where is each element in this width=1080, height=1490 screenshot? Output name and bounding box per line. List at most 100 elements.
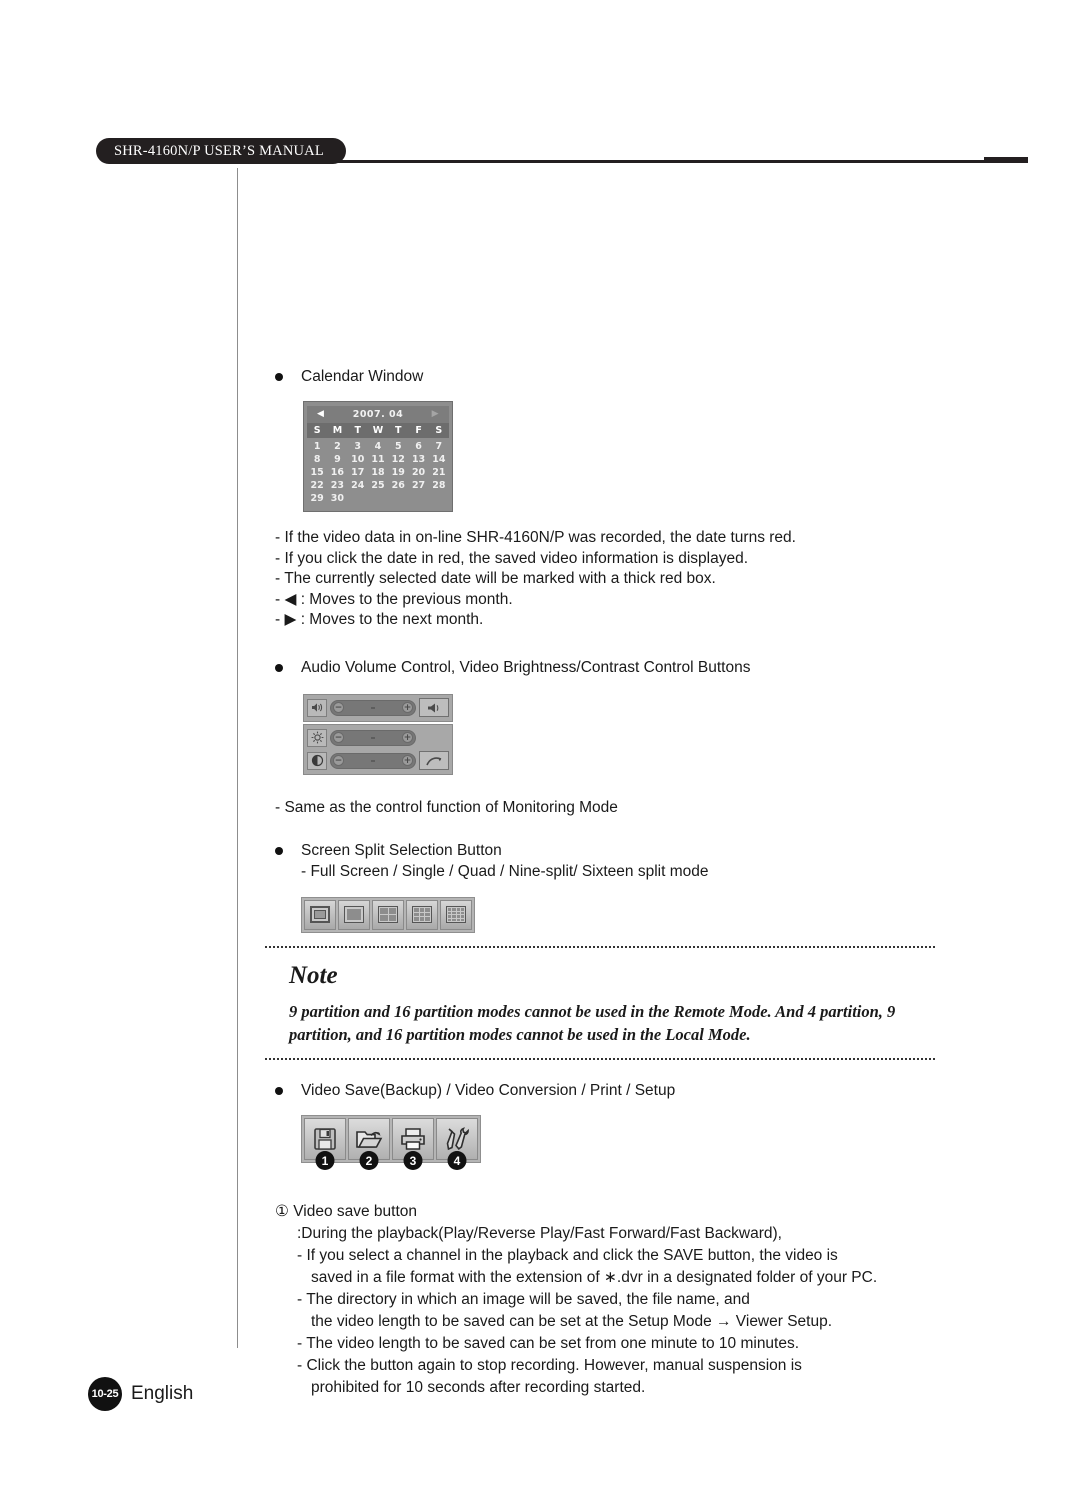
sixteen-split-glyph-icon [446,906,466,923]
calendar-widget[interactable]: ◀ 2007. 04 ▶ SMTWTFS 1 2 3 4 5 6 7 8 9 10 11 12 13 14… [303,401,453,512]
nine-split-glyph-icon [412,906,432,923]
split-button-nine-split[interactable] [406,899,438,930]
calendar-date-cell[interactable]: 24 [348,479,368,492]
contrast-slider[interactable]: − + [330,752,416,769]
split-button-full-screen[interactable] [304,899,336,930]
calendar-date-cell[interactable]: 3 [348,440,368,453]
calendar-date-cell[interactable]: 28 [429,479,449,492]
calendar-year-month: 2007. 04 [352,409,404,420]
slider-center-tick [371,759,375,762]
calendar-date-cell[interactable]: 6 [408,440,428,453]
screen-split-button-bar[interactable] [301,896,475,933]
calendar-date-cell[interactable]: 30 [327,492,347,505]
manual-title-pill: SHR-4160N/P USER’S MANUAL [96,138,346,164]
calendar-date-cell[interactable]: 10 [348,453,368,466]
speaker-icon [307,698,327,717]
calendar-date-cell[interactable]: 19 [388,466,408,479]
brightness-slider[interactable]: − + [330,729,416,746]
calendar-day-header-6: S [435,425,443,436]
prev-month-arrow-icon[interactable]: ◀ [317,410,324,419]
contrast-plus-button[interactable]: + [402,755,413,766]
brightness-icon [307,728,327,747]
calendar-date-cell[interactable]: 9 [327,453,347,466]
video-save-button[interactable]: 1 [304,1118,346,1170]
calendar-date-cell[interactable]: 25 [368,479,388,492]
calendar-header: ◀ 2007. 04 ▶ [307,406,449,423]
calendar-date-cell[interactable]: 22 [307,479,327,492]
av-control-note: - Same as the control function of Monito… [275,798,618,816]
page-content: Calendar Window ◀ 2007. 04 ▶ SMTWTFS 123… [275,366,1035,933]
calendar-note-line: - The currently selected date will be ma… [275,570,716,587]
section-av-heading: Audio Volume Control, Video Brightness/C… [275,657,1035,678]
calendar-date-cell[interactable]: 15 [307,466,327,479]
callout-number-4: 4 [447,1151,467,1170]
calendar-notes-list: - If the video data in on-line SHR-4160N… [275,528,1035,631]
volume-slider[interactable]: − + [330,699,416,716]
note-title: Note [289,962,338,989]
calendar-date-cell[interactable]: 2 [327,440,347,453]
video-save-line: the video length to be saved can be set … [311,1313,833,1330]
calendar-date-cell[interactable]: 17 [348,466,368,479]
calendar-date-cell[interactable]: 14 [429,453,449,466]
print-button[interactable]: 3 [392,1118,434,1170]
panel-spacer [419,728,449,747]
volume-minus-button[interactable]: − [333,702,344,713]
calendar-date-grid[interactable]: 1 2 3 4 5 6 7 8 9 10 11 12 13 14 15 16 17 18 19 20 21 22 23 24 2… [307,438,449,505]
volume-plus-button[interactable]: + [402,702,413,713]
video-conversion-button[interactable]: 2 [348,1118,390,1170]
calendar-date-cell[interactable]: 12 [388,453,408,466]
video-save-section: Video Save(Backup) / Video Conversion / … [275,1080,1035,1399]
callout-number-1: 1 [315,1151,335,1170]
calendar-date-cell[interactable]: 16 [327,466,347,479]
video-save-line: - Click the button again to stop recordi… [297,1357,802,1374]
screen-split-note: - Full Screen / Single / Quad / Nine-spl… [301,862,709,880]
calendar-date-cell[interactable]: 23 [327,479,347,492]
video-panel: − + − + [303,723,453,775]
section-calendar-label: Calendar Window [301,368,424,385]
brightness-plus-button[interactable]: + [402,732,413,743]
next-month-arrow-icon[interactable]: ▶ [432,410,439,419]
volume-row[interactable]: − + [307,698,449,718]
brightness-row[interactable]: − + [307,728,449,748]
calendar-date-cell[interactable]: 13 [408,453,428,466]
calendar-note-line: - ◀ : Moves to the previous month. [275,590,513,608]
calendar-date-cell[interactable]: 5 [388,440,408,453]
video-save-line: - If you select a channel in the playbac… [297,1247,838,1264]
speaker-mute-icon[interactable] [419,698,449,717]
calendar-date-cell[interactable]: 4 [368,440,388,453]
reset-arrow-icon[interactable] [419,751,449,770]
bullet-icon [275,846,283,855]
video-save-line: prohibited for 10 seconds after recordin… [311,1379,646,1396]
note-callout: Note 9 partition and 16 partition modes … [265,946,935,1060]
video-save-description: ① Video save button:During the playback(… [275,1201,1035,1399]
av-control-widget[interactable]: − + − + − + [303,693,453,775]
full-screen-glyph-icon [310,906,330,923]
split-button-sixteen-split[interactable] [440,899,472,930]
calendar-date-cell[interactable]: 27 [408,479,428,492]
calendar-date-cell[interactable]: 29 [307,492,327,505]
section-split-heading: Screen Split Selection Button [275,840,1035,861]
calendar-date-cell[interactable]: 1 [307,440,327,453]
contrast-row[interactable]: − + [307,751,449,771]
calendar-date-cell[interactable]: 18 [368,466,388,479]
slider-center-tick [371,736,375,739]
calendar-date-cell[interactable]: 26 [388,479,408,492]
bullet-icon [275,663,283,672]
brightness-minus-button[interactable]: − [333,732,344,743]
page-number-badge: 10-25 [88,1377,122,1411]
footer-language-label: English [131,1383,194,1404]
calendar-date-cell[interactable]: 8 [307,453,327,466]
calendar-date-cell[interactable]: 7 [429,440,449,453]
calendar-note-line: - ▶ : Moves to the next month. [275,611,484,628]
calendar-date-cell[interactable]: 20 [408,466,428,479]
calendar-date-cell[interactable]: 11 [368,453,388,466]
split-button-single[interactable] [338,899,370,930]
calendar-date-cell[interactable]: 21 [429,466,449,479]
setup-button[interactable]: 4 [436,1118,478,1170]
section-videosave-heading: Video Save(Backup) / Video Conversion / … [275,1080,1035,1101]
calendar-day-header-4: T [395,425,402,436]
video-save-line: - The video length to be saved can be se… [297,1335,800,1352]
video-save-toolbar[interactable]: 1 2 3 4 [301,1115,481,1170]
split-button-quad[interactable] [372,899,404,930]
contrast-minus-button[interactable]: − [333,755,344,766]
